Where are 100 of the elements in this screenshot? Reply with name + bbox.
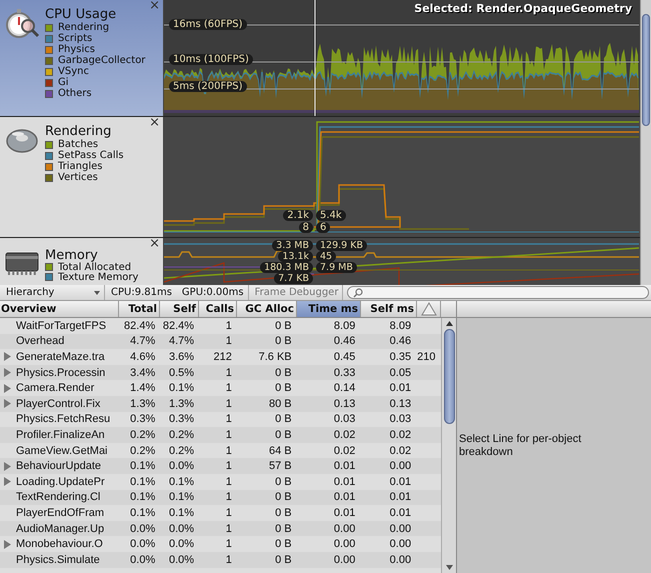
table-cell: 0.3% [130, 413, 156, 426]
table-cell: 0 B [275, 554, 292, 566]
table-cell: 0.1% [169, 491, 194, 504]
expand-arrow-icon[interactable] [4, 477, 11, 486]
table-cell: 1 [226, 538, 232, 550]
table-cell: 0.14 [334, 382, 356, 394]
table-cell: 0 B [275, 522, 292, 535]
cpu-time-label: CPU:9.81ms [110, 287, 173, 298]
table-cell: 0.00 [334, 554, 356, 566]
value-label: 13.1k [278, 251, 313, 262]
close-button[interactable]: × [149, 117, 160, 129]
table-cell: 1 [226, 522, 232, 535]
table-cell: 0.1% [130, 491, 156, 504]
table-cell: PlayerEndOfFram [16, 506, 104, 519]
table-cell: 1 [226, 506, 232, 519]
table-cell: 0.1% [169, 476, 194, 488]
table-cell: 1.4% [130, 382, 156, 394]
table-cell: 0.01 [334, 460, 356, 472]
expand-arrow-icon[interactable] [4, 368, 11, 378]
table-cell: 1 [226, 320, 232, 332]
column-header[interactable]: Time ms [297, 301, 361, 317]
close-button[interactable]: × [149, 238, 160, 250]
scroll-up-icon[interactable] [446, 321, 452, 326]
table-cell: 1 [226, 398, 232, 410]
table-cell: 1 [226, 460, 232, 472]
legend-label: VSync [58, 66, 89, 77]
table-cell: 0.00 [390, 460, 412, 472]
legend-label: Rendering [58, 22, 110, 33]
table-cell: 0.05 [390, 366, 412, 379]
module-legend-panel[interactable]: CPU Usage Rendering Scripts Physics GarbageCollector VSync Gi Others × [0, 0, 164, 116]
legend-label: Batches [58, 139, 98, 150]
module-legend-panel[interactable]: Rendering Batches SetPass Calls Triangles Vertices × [0, 117, 164, 237]
table-cell: 0.5% [169, 366, 194, 379]
table-cell: 0.02 [334, 444, 356, 457]
search-field[interactable] [347, 286, 649, 299]
selected-sample-label: Selected: Render.OpaqueGeometry [414, 2, 632, 15]
table-cell: 0.2% [130, 428, 156, 441]
table-cell: 0.13 [390, 398, 412, 410]
table-cell: AudioManager.Up [16, 522, 104, 535]
detail-message: Select Line for per-object breakdown [459, 432, 582, 458]
expand-arrow-icon[interactable] [4, 384, 11, 393]
caret-icon [94, 290, 100, 294]
table-cell: 8.09 [334, 320, 356, 332]
table-cell: 0.0% [130, 538, 156, 550]
legend-label: SetPass Calls [58, 150, 124, 161]
column-header[interactable]: Self ms [361, 301, 417, 317]
column-header[interactable]: Calls [199, 301, 237, 317]
view-dropdown[interactable]: Hierarchy [0, 285, 105, 300]
table-cell: 3.4% [130, 366, 156, 379]
column-header[interactable]: Overview [0, 301, 119, 317]
table-cell: 1 [226, 382, 232, 394]
expand-arrow-icon[interactable] [4, 462, 11, 471]
close-button[interactable]: × [149, 0, 160, 12]
value-label: 5.4k [316, 210, 346, 221]
table-cell: Physics.FetchResu [16, 413, 110, 426]
table-cell: 0 B [275, 538, 292, 550]
table-cell: 1 [226, 366, 232, 379]
table-cell: 0.02 [390, 428, 412, 441]
expand-arrow-icon[interactable] [4, 399, 11, 408]
module-title: Rendering [45, 125, 112, 138]
legend-label: Texture Memory [58, 272, 138, 282]
value-label: 129.9 KB [316, 240, 367, 251]
table-cell: Monobehaviour.O [16, 538, 103, 550]
legend-label: Triangles [58, 161, 102, 172]
expand-arrow-icon[interactable] [4, 540, 11, 549]
table-cell: 0 B [275, 506, 292, 519]
column-header[interactable]: Total [119, 301, 160, 317]
module-legend-panel[interactable]: Memory Total Allocated Texture Memory × [0, 238, 164, 285]
table-cell: 82.4% [124, 320, 156, 332]
table-cell: 0.45 [334, 350, 356, 363]
table-cell: 0.00 [390, 522, 412, 535]
table-cell: WaitForTargetFPS [16, 320, 106, 332]
table-cell: 0.46 [334, 335, 356, 348]
table-cell: Profiler.FinalizeAn [16, 428, 105, 441]
table-cell: 0.01 [390, 476, 412, 488]
table-cell: 0.46 [390, 335, 412, 348]
table-cell: 0.01 [390, 382, 412, 394]
table-cell: 1.3% [130, 398, 156, 410]
table-cell: 0.2% [130, 444, 156, 457]
scroll-down-icon[interactable] [446, 565, 452, 570]
table-cell: 1 [226, 444, 232, 457]
table-cell: 0.33 [334, 366, 356, 379]
legend-label: Scripts [58, 33, 92, 44]
legend-label: Gi [58, 77, 69, 88]
column-header[interactable]: Self [160, 301, 199, 317]
table-cell: 0.13 [334, 398, 356, 410]
table-cell: 0.0% [169, 522, 194, 535]
scrollbar[interactable] [441, 318, 456, 573]
module-title: CPU Usage [45, 8, 118, 21]
legend-label: Others [58, 88, 92, 99]
scrollbar[interactable] [640, 0, 651, 285]
table-cell: 0.2% [169, 444, 194, 457]
table-cell: 212 [214, 350, 232, 363]
table-cell: 0 B [275, 428, 292, 441]
value-label: 7.7 KB [274, 273, 313, 284]
frame-debugger-button[interactable]: Frame Debugger [248, 285, 344, 300]
table-cell: 0.00 [334, 522, 356, 535]
table-cell: 4.7% [169, 335, 194, 348]
legend-label: Total Allocated [58, 262, 132, 272]
expand-arrow-icon[interactable] [4, 352, 11, 362]
